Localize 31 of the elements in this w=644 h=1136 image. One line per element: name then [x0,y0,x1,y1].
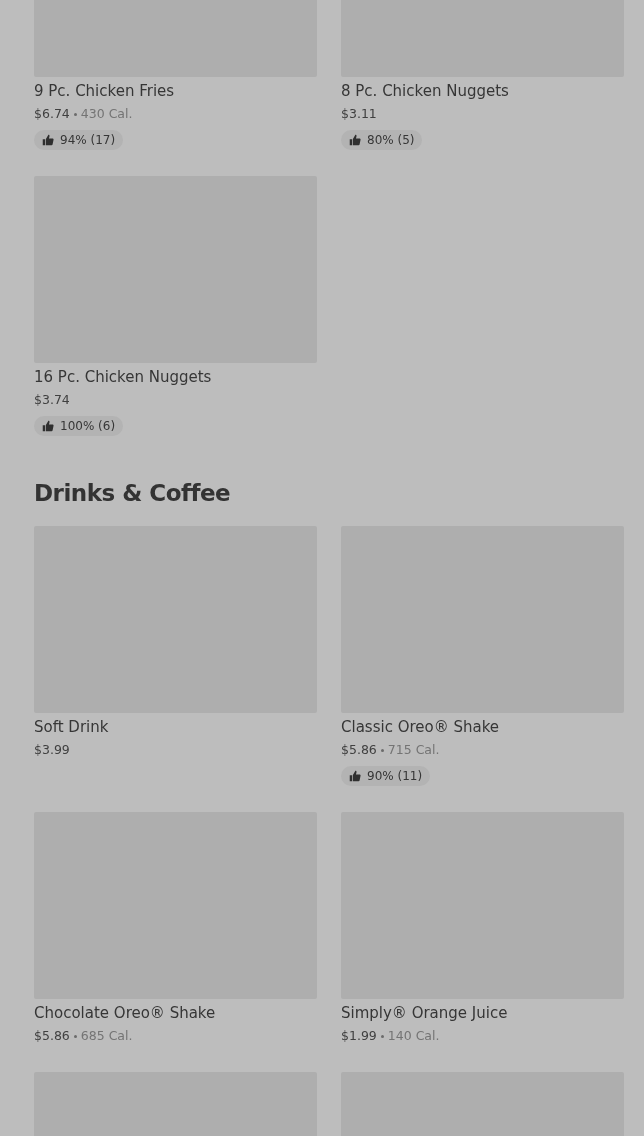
thumbs-up-icon [349,770,361,782]
item-name[interactable]: Classic Oreo® Shake [341,716,624,738]
separator-dot [73,112,77,116]
item-price: $5.86 [34,1027,70,1045]
thumbs-up-icon [349,134,361,146]
item-price: $6.74 [34,105,70,123]
item-name[interactable]: 8 Pc. Chicken Nuggets [341,80,624,102]
thumbs-up-icon [42,134,54,146]
rating-badge: 80% (5) [341,130,423,150]
item-calories: 685 Cal. [80,1027,133,1045]
item-calories: 140 Cal. [387,1027,440,1045]
separator-dot [380,748,384,752]
separator-dot [73,1034,77,1038]
item-name[interactable]: 16 Pc. Chicken Nuggets [34,366,317,388]
item-name[interactable]: 9 Pc. Chicken Fries [34,80,317,102]
item-price: $3.74 [34,391,70,409]
item-calories: 715 Cal. [387,741,440,759]
item-calories: 430 Cal. [80,105,133,123]
separator-dot [380,1034,384,1038]
item-name[interactable]: Chocolate Oreo® Shake [34,1002,317,1024]
item-price: $1.99 [341,1027,377,1045]
item-price: $3.11 [341,105,377,123]
item-price: $3.99 [34,741,70,759]
thumbs-up-icon [42,420,54,432]
rating-badge: 100% (6) [34,416,124,436]
section-heading: Drinks & Coffee [34,479,232,508]
rating-badge: 94% (17) [34,130,124,150]
item-name[interactable]: Soft Drink [34,716,317,738]
rating-badge: 90% (11) [341,766,431,786]
item-name[interactable]: Simply® Orange Juice [341,1002,624,1024]
item-price: $5.86 [341,741,377,759]
